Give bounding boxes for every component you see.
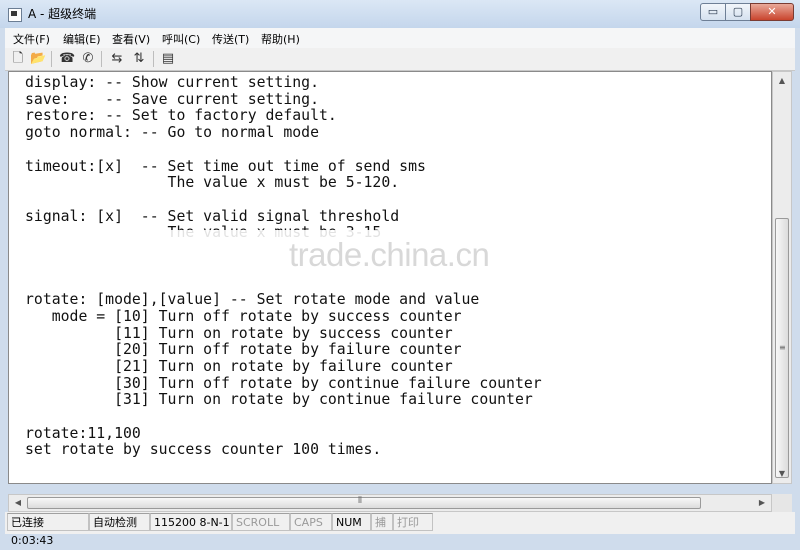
horizontal-scroll-thumb[interactable]: ⦀ (27, 496, 701, 509)
terminal-line: save: -- Save current setting. (25, 90, 319, 108)
receive-icon[interactable]: ⇅ (131, 51, 147, 67)
menu-view[interactable]: 查看(V) (112, 31, 150, 47)
menu-help[interactable]: 帮助(H) (261, 31, 300, 47)
grip-icon: ≡ (779, 343, 786, 352)
menu-bar: 文件(F) 编辑(E) 查看(V) 呼叫(C) 传送(T) 帮助(H) (5, 28, 795, 49)
terminal-line: [11] Turn on rotate by success counter (25, 324, 453, 342)
horizontal-scrollbar[interactable]: ◀ ⦀ ▶ (8, 494, 772, 512)
toolbar-separator (51, 51, 52, 67)
app-icon[interactable] (8, 8, 22, 22)
status-capture: 捕 (371, 513, 393, 531)
title-bar: A - 超级终端 ▭ ▢ ✕ (0, 0, 800, 28)
call-icon[interactable]: ☎ (59, 51, 75, 67)
window-title: A - 超级终端 (28, 7, 97, 21)
terminal-line: [21] Turn on rotate by failure counter (25, 357, 453, 375)
close-button[interactable]: ✕ (750, 3, 794, 21)
menu-call[interactable]: 呼叫(C) (162, 31, 200, 47)
disconnect-icon[interactable]: ✆ (80, 51, 96, 67)
terminal-line: goto normal: -- Go to normal mode (25, 124, 319, 142)
vertical-scroll-thumb[interactable]: ≡ (775, 218, 789, 478)
menu-edit[interactable]: 编辑(E) (63, 31, 101, 47)
scroll-up-arrow-icon[interactable]: ▲ (775, 74, 789, 88)
terminal-line: signal: [x] -- Set valid signal threshol… (25, 207, 400, 225)
status-bar: 已连接 0:03:43 自动检测 115200 8-N-1 SCROLL CAP… (5, 512, 795, 547)
terminal-line: set rotate by success counter 100 times. (25, 441, 382, 459)
scroll-right-arrow-icon[interactable]: ▶ (755, 496, 769, 510)
terminal-line: timeout:[x] -- Set time out time of send… (25, 157, 426, 175)
status-auto-detect: 自动检测 (89, 513, 150, 531)
terminal-line: [31] Turn on rotate by continue failure … (25, 391, 533, 409)
terminal-window[interactable]: display: -- Show current setting. save: … (8, 71, 772, 484)
status-connection-time: 已连接 0:03:43 (7, 513, 89, 547)
status-num: NUM (332, 513, 371, 531)
status-caps: CAPS (290, 513, 332, 531)
new-file-icon[interactable]: 🗋 (10, 51, 26, 67)
terminal-line: rotate: [mode],[value] -- Set rotate mod… (25, 291, 480, 309)
scroll-down-arrow-icon[interactable]: ▼ (775, 467, 789, 481)
terminal-line: The value x must be 5-120. (25, 174, 400, 192)
toolbar-separator (101, 51, 102, 67)
terminal-line: display: -- Show current setting. (25, 74, 319, 91)
scrollbar-corner (772, 494, 792, 512)
send-icon[interactable]: ⇆ (109, 51, 125, 67)
menu-file[interactable]: 文件(F) (13, 31, 50, 47)
properties-icon[interactable]: ▤ (160, 51, 176, 67)
watermark: trade.china.cn (289, 236, 490, 273)
vertical-scrollbar[interactable]: ▲ ≡ ▼ (772, 71, 792, 484)
toolbar: 🗋 📂 ☎ ✆ ⇆ ⇅ ▤ (5, 48, 795, 71)
open-folder-icon[interactable]: 📂 (30, 51, 46, 67)
minimize-button[interactable]: ▭ (700, 3, 726, 21)
status-scroll: SCROLL (232, 513, 290, 531)
maximize-button[interactable]: ▢ (725, 3, 751, 21)
terminal-line: rotate:11,100 (25, 424, 141, 442)
grip-icon: ⦀ (358, 496, 362, 506)
terminal-line: [20] Turn off rotate by failure counter (25, 341, 462, 359)
terminal-line: restore: -- Set to factory default. (25, 107, 337, 125)
menu-transfer[interactable]: 传送(T) (212, 31, 249, 47)
terminal-line: [30] Turn off rotate by continue failure… (25, 374, 542, 392)
toolbar-separator (153, 51, 154, 67)
terminal-line: mode = [10] Turn off rotate by success c… (25, 307, 462, 325)
scroll-left-arrow-icon[interactable]: ◀ (11, 496, 25, 510)
status-port-settings: 115200 8-N-1 (150, 513, 232, 531)
status-print: 打印 (393, 513, 433, 531)
